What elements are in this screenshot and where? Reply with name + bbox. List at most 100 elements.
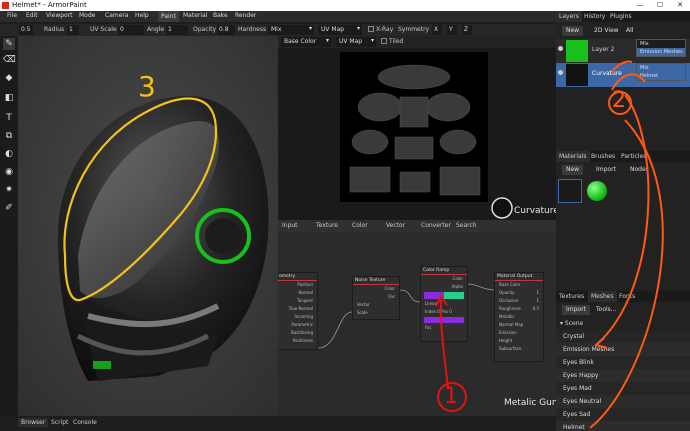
color-ramp-node[interactable]: Color Ramp Color Alpha Linear Index 0 Po… bbox=[420, 266, 468, 342]
bake-icon[interactable]: ✷ bbox=[3, 184, 15, 196]
menu-render[interactable]: Render bbox=[235, 12, 256, 19]
color-ramp-gradient[interactable] bbox=[424, 292, 464, 299]
mesh-item-helmet[interactable]: Helmet bbox=[556, 421, 690, 431]
mesh-item-emission-meshes[interactable]: Emission Meshes bbox=[556, 343, 690, 356]
material-output-node[interactable]: Material Output Base Color Opacity 1 Occl… bbox=[494, 272, 544, 362]
node-socket-label: True Normal bbox=[288, 306, 313, 311]
clone-icon[interactable]: ⧉ bbox=[3, 130, 15, 142]
eraser-icon[interactable]: ⌫ bbox=[3, 54, 16, 66]
output-opacity-value[interactable]: 1 bbox=[536, 289, 539, 297]
menu-bake[interactable]: Bake bbox=[213, 12, 228, 19]
mesh-item-eyes-neutral[interactable]: Eyes Neutral bbox=[556, 395, 690, 408]
tab-plugins[interactable]: Plugins bbox=[607, 11, 635, 22]
uvmap-dropdown[interactable]: UV Map bbox=[336, 37, 376, 47]
radius-slider[interactable]: 1 bbox=[67, 25, 79, 35]
fill-icon[interactable]: ◆ bbox=[3, 72, 15, 84]
xray-checkbox[interactable] bbox=[368, 26, 374, 32]
opacity-slider[interactable]: 0.8 bbox=[217, 25, 235, 35]
symmetry-z-toggle[interactable]: Z bbox=[462, 25, 472, 35]
menu-viewport[interactable]: Viewport bbox=[46, 12, 73, 19]
blend-dropdown[interactable]: Mix bbox=[268, 25, 314, 35]
tab-history[interactable]: History bbox=[581, 11, 608, 22]
visibility-icon[interactable] bbox=[558, 46, 563, 51]
tab-browser[interactable]: Browser bbox=[18, 418, 49, 427]
tab-textures[interactable]: Textures bbox=[556, 291, 587, 302]
layer-filter-dropdown[interactable]: All bbox=[622, 26, 637, 36]
layer2-blend-popup[interactable]: Mix Emission Meshes bbox=[636, 39, 686, 57]
ramp-pos-value[interactable]: 0 bbox=[449, 309, 452, 314]
curvature-blend-popup[interactable]: Mix Helmet bbox=[636, 63, 686, 81]
mesh-item-eyes-mad[interactable]: Eyes Mad bbox=[556, 382, 690, 395]
symmetry-y-toggle[interactable]: Y bbox=[447, 25, 457, 35]
tab-script[interactable]: Script bbox=[48, 418, 71, 427]
output-roughness-row[interactable]: Roughness 0.5 bbox=[495, 305, 543, 313]
menu-help[interactable]: Help bbox=[135, 12, 149, 19]
mesh-item-eyes-sad[interactable]: Eyes Sad bbox=[556, 408, 690, 421]
text-icon[interactable]: T bbox=[3, 112, 15, 124]
ramp-interpolation-dropdown[interactable]: Linear bbox=[421, 300, 467, 308]
channel-dropdown[interactable]: Base Color bbox=[281, 37, 331, 47]
menu-edit[interactable]: Edit bbox=[26, 12, 38, 19]
node-socket-label: Normal bbox=[298, 290, 313, 295]
output-occlusion-row[interactable]: Occlusion 1 bbox=[495, 297, 543, 305]
tab-brushes[interactable]: Brushes bbox=[588, 151, 618, 162]
output-roughness-value[interactable]: 0.5 bbox=[533, 305, 539, 313]
mask-option[interactable]: Emission Meshes bbox=[637, 48, 685, 56]
noise-texture-node[interactable]: Noise Texture Color Fac Vector Scale bbox=[352, 276, 400, 320]
mesh-item-crystal[interactable]: Crystal bbox=[556, 330, 690, 343]
node-socket-label: Tangent bbox=[297, 298, 313, 303]
mesh-item-eyes-happy[interactable]: Eyes Happy bbox=[556, 369, 690, 382]
brush-value[interactable]: 0.5 bbox=[19, 25, 33, 35]
mapping-dropdown[interactable]: UV Map bbox=[318, 25, 362, 35]
tab-layers[interactable]: Layers bbox=[556, 11, 582, 22]
tab-console[interactable]: Console bbox=[70, 418, 100, 427]
import-material-button[interactable]: Import bbox=[592, 165, 620, 175]
mesh-item-eyes-blink[interactable]: Eyes Blink bbox=[556, 356, 690, 369]
particle-icon[interactable]: ◉ bbox=[3, 166, 15, 178]
close-button[interactable]: ✕ bbox=[670, 0, 690, 11]
tab-meshes[interactable]: Meshes bbox=[588, 291, 617, 302]
blur-icon[interactable]: ◐ bbox=[3, 148, 15, 160]
blend-option[interactable]: Mix bbox=[637, 40, 685, 48]
material-slot-selected[interactable] bbox=[558, 179, 582, 203]
scene-tree-root[interactable]: ▾ Scene bbox=[560, 320, 583, 327]
import-mesh-button[interactable]: Import bbox=[562, 305, 590, 315]
node-editor[interactable]: Input Texture Color Vector Converter Sea… bbox=[278, 220, 556, 416]
new-layer-button[interactable]: New bbox=[562, 26, 584, 36]
ramp-index-row[interactable]: Index 0 Pos 0 bbox=[421, 308, 467, 316]
picker-icon[interactable]: ✐ bbox=[3, 202, 15, 214]
visibility-icon[interactable] bbox=[558, 70, 563, 75]
2d-view-button[interactable]: 2D View bbox=[590, 26, 623, 36]
material-slot-green[interactable] bbox=[587, 181, 607, 201]
geometry-node[interactable]: ometry Position Normal Tangent True Norm… bbox=[278, 272, 318, 350]
menu-file[interactable]: File bbox=[7, 12, 17, 19]
blend-option[interactable]: Mix bbox=[637, 64, 685, 72]
tab-materials[interactable]: Materials bbox=[556, 151, 590, 162]
node-socket-label: Metallic bbox=[499, 314, 515, 319]
output-occlusion-value[interactable]: 1 bbox=[536, 297, 539, 305]
minimize-button[interactable]: — bbox=[630, 0, 650, 11]
tiled-checkbox[interactable] bbox=[381, 38, 387, 44]
nodes-button[interactable]: Nodes bbox=[626, 165, 653, 175]
ramp-index-value[interactable]: 0 bbox=[437, 309, 440, 314]
mesh-tools-button[interactable]: Tools... bbox=[592, 305, 621, 315]
menu-material[interactable]: Material bbox=[183, 12, 207, 19]
ramp-swatch[interactable] bbox=[424, 317, 464, 323]
new-material-button[interactable]: New bbox=[562, 165, 584, 175]
angle-slider[interactable]: 1 bbox=[166, 25, 188, 35]
menu-paint[interactable]: Paint bbox=[158, 11, 179, 22]
menu-camera[interactable]: Camera bbox=[105, 12, 129, 19]
decal-icon[interactable]: ◧ bbox=[3, 92, 15, 104]
maximize-button[interactable]: ☐ bbox=[650, 0, 670, 11]
brush-icon[interactable]: ✎ bbox=[3, 38, 15, 50]
tab-particles[interactable]: Particles bbox=[618, 151, 649, 162]
uvscale-slider[interactable]: 0 bbox=[118, 25, 144, 35]
menu-bar: File Edit Viewport Mode Camera Help Pain… bbox=[0, 11, 556, 22]
tab-fonts[interactable]: Fonts bbox=[616, 291, 638, 302]
menu-mode[interactable]: Mode bbox=[79, 12, 95, 19]
symmetry-x-toggle[interactable]: X bbox=[432, 25, 442, 35]
output-opacity-row[interactable]: Opacity 1 bbox=[495, 289, 543, 297]
geometry-node-title: ometry bbox=[278, 273, 317, 281]
mask-option[interactable]: Helmet bbox=[637, 72, 685, 80]
2d-texture-view[interactable]: Base Color UV Map Tiled Curvature bbox=[278, 36, 556, 220]
